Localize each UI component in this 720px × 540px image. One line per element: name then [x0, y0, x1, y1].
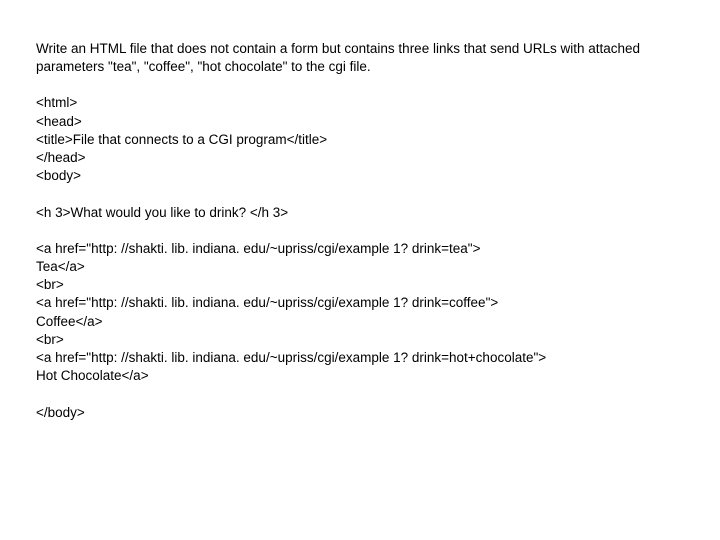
- document-page: Write an HTML file that does not contain…: [0, 0, 720, 422]
- code-block-head: <html> <head> <title>File that connects …: [36, 94, 684, 185]
- code-block-h3: <h 3>What would you like to drink? </h 3…: [36, 204, 684, 222]
- code-block-close: </body>: [36, 404, 684, 422]
- intro-paragraph: Write an HTML file that does not contain…: [36, 40, 684, 76]
- code-block-links: <a href="http: //shakti. lib. indiana. e…: [36, 240, 684, 386]
